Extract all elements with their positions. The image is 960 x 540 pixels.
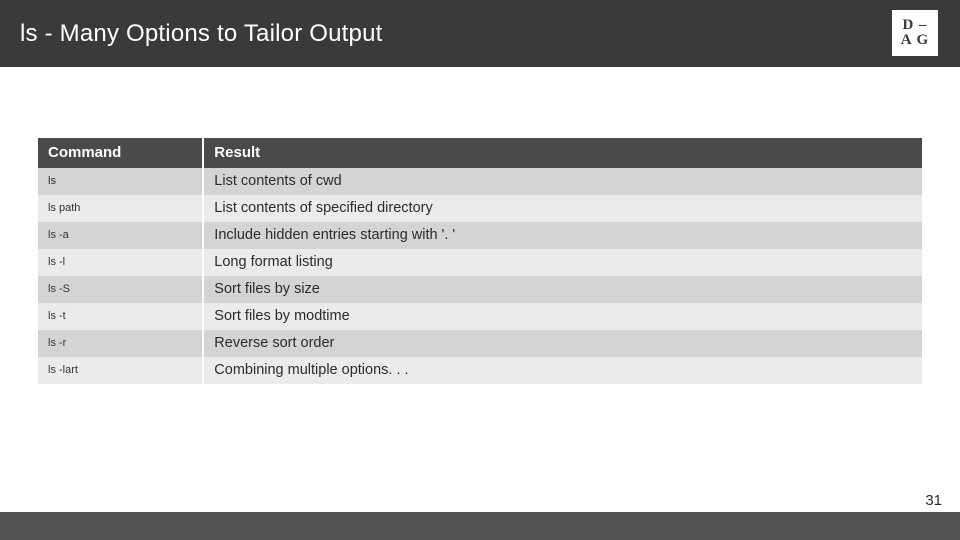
slide: ls - Many Options to Tailor Output D – A… — [0, 0, 960, 540]
page-number: 31 — [925, 492, 942, 509]
cell-command: ls -S — [38, 276, 203, 303]
cell-command: ls -t — [38, 303, 203, 330]
table-row: lsList contents of cwd — [38, 168, 922, 195]
cell-result: Sort files by modtime — [203, 303, 922, 330]
table-row: ls -SSort files by size — [38, 276, 922, 303]
logo-badge: D – A G — [892, 10, 938, 56]
table-header-row: Command Result — [38, 138, 922, 168]
cell-command: ls -a — [38, 222, 203, 249]
cell-result: Reverse sort order — [203, 330, 922, 357]
table-row: ls pathList contents of specified direct… — [38, 195, 922, 222]
table-row: ls -lartCombining multiple options. . . — [38, 357, 922, 384]
cell-result: Long format listing — [203, 249, 922, 276]
cell-result: Combining multiple options. . . — [203, 357, 922, 384]
header-result: Result — [203, 138, 922, 168]
table-row: ls -tSort files by modtime — [38, 303, 922, 330]
cell-result: List contents of cwd — [203, 168, 922, 195]
cell-command: ls -lart — [38, 357, 203, 384]
cell-command: ls — [38, 168, 203, 195]
command-table-wrap: Command Result lsList contents of cwd ls… — [38, 138, 922, 384]
table-row: ls -aInclude hidden entries starting wit… — [38, 222, 922, 249]
cell-result: List contents of specified directory — [203, 195, 922, 222]
header-command: Command — [38, 138, 203, 168]
cell-result: Sort files by size — [203, 276, 922, 303]
footer-bar — [0, 512, 960, 540]
logo-top: D – — [902, 18, 927, 33]
table-row: ls -rReverse sort order — [38, 330, 922, 357]
logo-bot: A G — [901, 33, 929, 48]
table-row: ls -lLong format listing — [38, 249, 922, 276]
command-table: Command Result lsList contents of cwd ls… — [38, 138, 922, 384]
cell-result: Include hidden entries starting with '. … — [203, 222, 922, 249]
title-bar: ls - Many Options to Tailor Output — [0, 0, 960, 67]
cell-command: ls path — [38, 195, 203, 222]
cell-command: ls -l — [38, 249, 203, 276]
slide-title: ls - Many Options to Tailor Output — [0, 20, 383, 48]
cell-command: ls -r — [38, 330, 203, 357]
